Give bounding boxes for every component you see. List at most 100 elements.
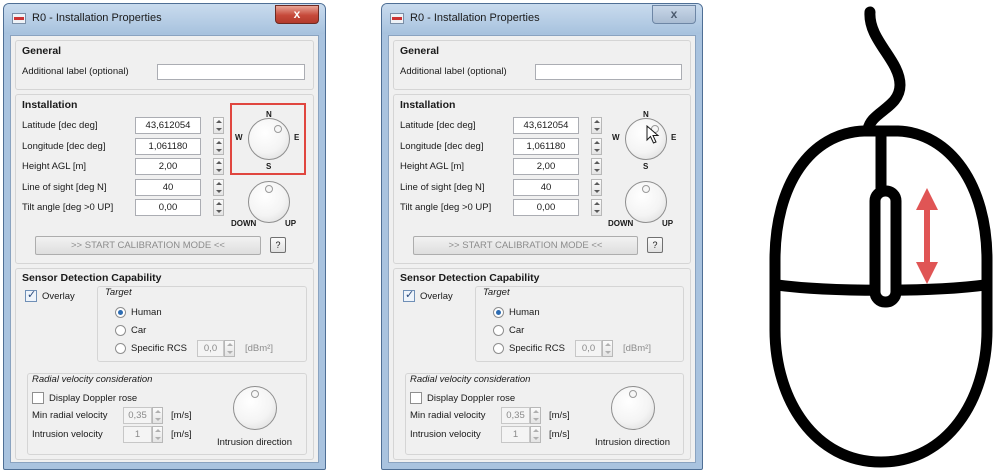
- tilt-down-label: DOWN: [231, 219, 257, 228]
- close-button[interactable]: x: [652, 5, 696, 24]
- line-of-sight-input[interactable]: 40: [135, 179, 201, 196]
- tilt-knob[interactable]: [248, 181, 290, 223]
- intrusion-velocity-spinner[interactable]: [152, 426, 163, 443]
- additional-label-input[interactable]: [535, 64, 682, 80]
- min-radial-velocity-input[interactable]: 0,35: [501, 407, 530, 424]
- longitude-spinner[interactable]: [213, 138, 224, 155]
- doppler-label: Display Doppler rose: [427, 393, 516, 404]
- latitude-spinner[interactable]: [591, 117, 602, 134]
- overlay-checkbox[interactable]: [403, 288, 415, 302]
- specific-rcs-label: Specific RCS: [131, 343, 187, 354]
- min-radial-velocity-input[interactable]: 0,35: [123, 407, 152, 424]
- rcs-unit: [dBm²]: [245, 343, 273, 354]
- dialog-body: General Additional label (optional) Inst…: [10, 35, 319, 463]
- min-radial-velocity-label: Min radial velocity: [32, 410, 108, 421]
- window-title: R0 - Installation Properties: [410, 12, 540, 24]
- intrusion-direction-indicator: [251, 390, 259, 398]
- intrusion-direction-indicator: [629, 390, 637, 398]
- car-radio[interactable]: [493, 325, 504, 336]
- window-title: R0 - Installation Properties: [32, 12, 162, 24]
- human-label: Human: [509, 307, 540, 318]
- latitude-input[interactable]: 43,612054: [513, 117, 579, 134]
- tilt-angle-label: Tilt angle [deg >0 UP]: [22, 202, 114, 213]
- dialog-window-highlighted: R0 - Installation Properties x General A…: [3, 3, 326, 470]
- line-of-sight-input[interactable]: 40: [513, 179, 579, 196]
- rcs-spinner[interactable]: [602, 340, 613, 357]
- overlay-label: Overlay: [42, 291, 75, 302]
- height-label: Height AGL [m]: [22, 161, 87, 172]
- compass-south-label: S: [643, 162, 649, 171]
- human-label: Human: [131, 307, 162, 318]
- height-spinner[interactable]: [591, 158, 602, 175]
- latitude-label: Latitude [dec deg]: [400, 120, 476, 131]
- rcs-input[interactable]: 0,0: [575, 340, 602, 357]
- doppler-label: Display Doppler rose: [49, 393, 138, 404]
- human-radio[interactable]: [493, 307, 504, 318]
- dialog-body: General Additional label (optional) Inst…: [388, 35, 696, 463]
- rcs-input[interactable]: 0,0: [197, 340, 224, 357]
- additional-label-text: Additional label (optional): [400, 66, 507, 77]
- intrusion-velocity-unit: [m/s]: [549, 429, 570, 440]
- car-label: Car: [131, 325, 147, 336]
- latitude-input[interactable]: 43,612054: [135, 117, 201, 134]
- rcs-spinner[interactable]: [224, 340, 235, 357]
- height-input[interactable]: 2,00: [135, 158, 201, 175]
- specific-rcs-radio[interactable]: [115, 343, 126, 354]
- general-header: General: [22, 45, 62, 57]
- help-button[interactable]: ?: [647, 237, 663, 253]
- app-icon: [390, 13, 404, 24]
- tilt-knob[interactable]: [625, 181, 667, 223]
- intrusion-velocity-input[interactable]: 1: [501, 426, 530, 443]
- latitude-label: Latitude [dec deg]: [22, 120, 98, 131]
- sensor-header: Sensor Detection Capability: [22, 272, 162, 284]
- tilt-angle-spinner[interactable]: [213, 199, 224, 216]
- line-of-sight-spinner[interactable]: [213, 179, 224, 196]
- tilt-angle-input[interactable]: 0,00: [513, 199, 579, 216]
- start-calibration-button[interactable]: >> START CALIBRATION MODE <<: [413, 236, 638, 255]
- overlay-checkbox[interactable]: [25, 288, 37, 302]
- intrusion-velocity-label: Intrusion velocity: [410, 429, 481, 440]
- close-button[interactable]: x: [275, 5, 319, 24]
- radial-velocity-header: Radial velocity consideration: [32, 374, 153, 385]
- height-spinner[interactable]: [213, 158, 224, 175]
- additional-label-text: Additional label (optional): [22, 66, 129, 77]
- target-label: Target: [105, 287, 132, 298]
- intrusion-velocity-input[interactable]: 1: [123, 426, 152, 443]
- height-input[interactable]: 2,00: [513, 158, 579, 175]
- doppler-checkbox[interactable]: [410, 392, 422, 404]
- additional-label-input[interactable]: [157, 64, 305, 80]
- help-button[interactable]: ?: [270, 237, 286, 253]
- min-radial-velocity-spinner[interactable]: [152, 407, 163, 424]
- intrusion-direction-knob[interactable]: [233, 386, 277, 430]
- specific-rcs-radio[interactable]: [493, 343, 504, 354]
- tilt-angle-spinner[interactable]: [591, 199, 602, 216]
- title-bar: R0 - Installation Properties x: [382, 4, 702, 34]
- human-radio[interactable]: [115, 307, 126, 318]
- longitude-input[interactable]: 1,061180: [135, 138, 201, 155]
- tilt-knob-indicator: [642, 185, 650, 193]
- min-radial-velocity-unit: [m/s]: [549, 410, 570, 421]
- doppler-checkbox[interactable]: [32, 392, 44, 404]
- tilt-up-label: UP: [285, 219, 297, 228]
- min-radial-velocity-spinner[interactable]: [530, 407, 541, 424]
- title-bar: R0 - Installation Properties x: [4, 4, 325, 34]
- longitude-input[interactable]: 1,061180: [513, 138, 579, 155]
- rcs-unit: [dBm²]: [623, 343, 651, 354]
- compass-highlight-box: [230, 103, 306, 175]
- longitude-spinner[interactable]: [591, 138, 602, 155]
- compass-east-label: E: [671, 133, 677, 142]
- scroll-arrow-icon: [916, 188, 938, 284]
- intrusion-velocity-label: Intrusion velocity: [32, 429, 103, 440]
- min-radial-velocity-label: Min radial velocity: [410, 410, 486, 421]
- tilt-knob-indicator: [265, 185, 273, 193]
- tilt-angle-input[interactable]: 0,00: [135, 199, 201, 216]
- overlay-label: Overlay: [420, 291, 453, 302]
- mouse-scroll-wheel: [869, 185, 902, 308]
- start-calibration-button[interactable]: >> START CALIBRATION MODE <<: [35, 236, 261, 255]
- intrusion-velocity-spinner[interactable]: [530, 426, 541, 443]
- car-radio[interactable]: [115, 325, 126, 336]
- dialog-window-cursor: R0 - Installation Properties x General A…: [381, 3, 703, 470]
- intrusion-direction-knob[interactable]: [611, 386, 655, 430]
- latitude-spinner[interactable]: [213, 117, 224, 134]
- line-of-sight-spinner[interactable]: [591, 179, 602, 196]
